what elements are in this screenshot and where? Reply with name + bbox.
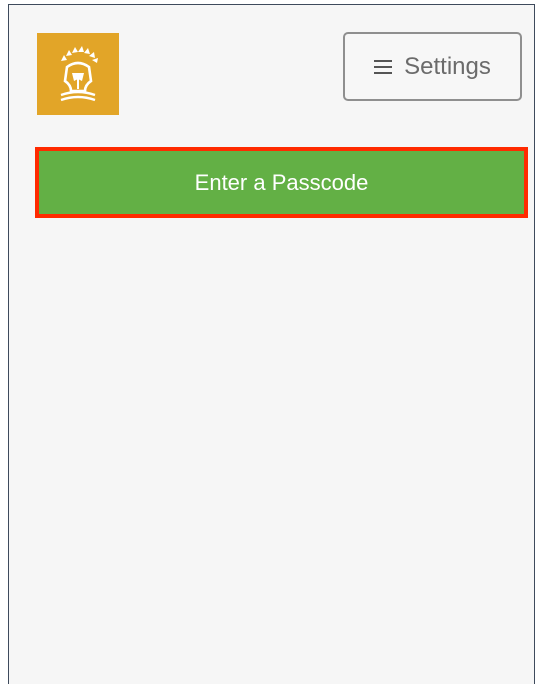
settings-label: Settings: [404, 52, 491, 80]
app-window: Settings Enter a Passcode: [8, 4, 535, 684]
spartan-helmet-logo-icon: [37, 33, 119, 115]
enter-passcode-button[interactable]: Enter a Passcode: [39, 151, 524, 214]
enter-passcode-label: Enter a Passcode: [194, 169, 369, 195]
menu-icon: [374, 59, 393, 74]
settings-button[interactable]: Settings: [343, 32, 522, 101]
